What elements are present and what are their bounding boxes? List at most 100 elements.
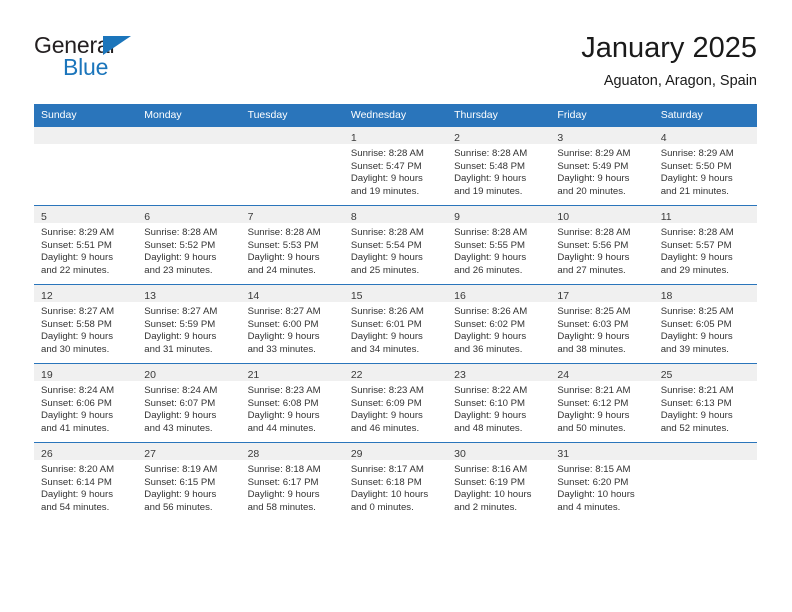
day-details: Sunrise: 8:28 AM Sunset: 5:52 PM Daylight:… xyxy=(137,223,240,277)
day-number-band: 23 xyxy=(447,364,551,381)
day-number: 16 xyxy=(454,290,466,302)
day-number-band: 25 xyxy=(653,364,757,381)
calendar-day-cell[interactable]: 4 Sunrise: 8:29 AM Sunset: 5:50 PM Daylight… xyxy=(653,127,757,206)
weekday-header-thursday: Thursday xyxy=(447,104,551,127)
calendar-day-cell[interactable]: 20 Sunrise: 8:24 AM Sunset: 6:07 PM Dayligh… xyxy=(137,363,241,443)
calendar-grid: Sunday Monday Tuesday Wednesday Thursday… xyxy=(34,104,757,521)
day-number: 14 xyxy=(247,290,260,302)
daylight-line-1: Daylight: 9 hours xyxy=(557,331,630,343)
calendar-day-cell[interactable]: 27 Sunrise: 8:19 AM Sunset: 6:15 PM Dayligh… xyxy=(137,442,241,521)
day-number: 3 xyxy=(557,132,564,144)
day-details: Sunrise: 8:29 AM Sunset: 5:51 PM Daylight:… xyxy=(34,223,137,277)
daylight-line-1: Daylight: 9 hours xyxy=(41,410,113,422)
calendar-day-cell[interactable]: 13 Sunrise: 8:27 AM Sunset: 5:59 PM Dayligh… xyxy=(137,284,241,364)
calendar-day-cell[interactable]: 2 Sunrise: 8:28 AM Sunset: 5:48 PM Daylight… xyxy=(447,127,551,206)
day-number-band: 30 xyxy=(447,443,551,460)
daylight-line-1: Daylight: 9 hours xyxy=(41,489,113,501)
sunrise-line: Sunrise: 8:24 AM xyxy=(41,385,115,396)
daylight-line-2: and 2 minutes. xyxy=(454,501,518,513)
weekday-header-tuesday: Tuesday xyxy=(240,104,344,127)
calendar-day-cell[interactable]: 31 Sunrise: 8:15 AM Sunset: 6:20 PM Dayligh… xyxy=(550,442,654,521)
sunrise-line: Sunrise: 8:28 AM xyxy=(454,227,528,238)
sunset-line: Sunset: 5:55 PM xyxy=(454,239,526,251)
calendar-day-cell[interactable]: 18 Sunrise: 8:25 AM Sunset: 6:05 PM Dayligh… xyxy=(653,284,757,364)
calendar-day-cell[interactable]: 19 Sunrise: 8:24 AM Sunset: 6:06 PM Dayligh… xyxy=(34,363,138,443)
calendar-day-cell[interactable]: 29 Sunrise: 8:17 AM Sunset: 6:18 PM Dayligh… xyxy=(343,442,448,521)
sunrise-line: Sunrise: 8:29 AM xyxy=(557,148,631,159)
calendar-day-cell[interactable]: 28 Sunrise: 8:18 AM Sunset: 6:17 PM Dayligh… xyxy=(240,442,344,521)
calendar-day-cell[interactable]: 7 Sunrise: 8:28 AM Sunset: 5:53 PM Daylight… xyxy=(240,205,344,285)
general-blue-logo[interactable]: General Blue xyxy=(34,32,214,88)
calendar-day-cell[interactable]: 30 Sunrise: 8:16 AM Sunset: 6:19 PM Dayligh… xyxy=(447,442,551,521)
sunset-line: Sunset: 5:51 PM xyxy=(41,239,112,251)
daylight-line-1: Daylight: 9 hours xyxy=(350,173,423,185)
daylight-line-1: Daylight: 9 hours xyxy=(247,410,320,422)
calendar-day-cell[interactable]: 6 Sunrise: 8:28 AM Sunset: 5:52 PM Daylight… xyxy=(137,205,241,285)
daylight-line-1: Daylight: 9 hours xyxy=(41,252,113,264)
sunset-line: Sunset: 6:06 PM xyxy=(41,397,112,409)
calendar-day-cell[interactable]: 1 Sunrise: 8:28 AM Sunset: 5:47 PM Daylight… xyxy=(343,127,448,206)
calendar-week-row: 26 Sunrise: 8:20 AM Sunset: 6:14 PM Dayligh… xyxy=(34,442,757,521)
daylight-line-2: and 58 minutes. xyxy=(247,501,316,513)
calendar-day-cell[interactable]: 10 Sunrise: 8:28 AM Sunset: 5:56 PM Dayligh… xyxy=(550,205,654,285)
sunrise-line: Sunrise: 8:28 AM xyxy=(660,227,734,238)
daylight-line-2: and 31 minutes. xyxy=(144,343,213,355)
daylight-line-1: Daylight: 9 hours xyxy=(144,252,217,264)
daylight-line-1: Daylight: 9 hours xyxy=(144,331,217,343)
sunset-line: Sunset: 6:09 PM xyxy=(350,397,422,409)
calendar-day-cell[interactable]: 17 Sunrise: 8:25 AM Sunset: 6:03 PM Dayligh… xyxy=(550,284,654,364)
calendar-day-cell[interactable]: 15 Sunrise: 8:26 AM Sunset: 6:01 PM Dayligh… xyxy=(343,284,448,364)
daylight-line-2: and 36 minutes. xyxy=(454,343,523,355)
sunrise-line: Sunrise: 8:16 AM xyxy=(454,464,528,475)
daylight-line-2: and 30 minutes. xyxy=(41,343,110,355)
calendar-day-cell[interactable]: 25 Sunrise: 8:21 AM Sunset: 6:13 PM Dayligh… xyxy=(653,363,757,443)
day-number-band: 29 xyxy=(343,443,448,460)
daylight-line-1: Daylight: 9 hours xyxy=(660,173,733,185)
day-number-band: 20 xyxy=(137,364,241,381)
day-details: Sunrise: 8:21 AM Sunset: 6:13 PM Daylight:… xyxy=(654,381,757,435)
calendar-week-row: 5 Sunrise: 8:29 AM Sunset: 5:51 PM Daylight… xyxy=(34,205,757,285)
calendar-week-row: 12 Sunrise: 8:27 AM Sunset: 5:58 PM Dayligh… xyxy=(34,284,757,364)
calendar-day-cell[interactable]: 21 Sunrise: 8:23 AM Sunset: 6:08 PM Dayligh… xyxy=(240,363,344,443)
sunset-line: Sunset: 6:03 PM xyxy=(557,318,629,330)
day-number-band: 31 xyxy=(550,443,654,460)
calendar-day-cell[interactable]: 5 Sunrise: 8:29 AM Sunset: 5:51 PM Daylight… xyxy=(34,205,138,285)
sunset-line: Sunset: 6:18 PM xyxy=(350,476,422,488)
daylight-line-1: Daylight: 9 hours xyxy=(41,331,113,343)
calendar-day-cell[interactable]: 3 Sunrise: 8:29 AM Sunset: 5:49 PM Daylight… xyxy=(550,127,654,206)
daylight-line-2: and 52 minutes. xyxy=(660,422,729,434)
day-number-band: 14 xyxy=(240,285,344,302)
daylight-line-2: and 20 minutes. xyxy=(557,185,626,197)
calendar-day-cell[interactable]: 22 Sunrise: 8:23 AM Sunset: 6:09 PM Dayligh… xyxy=(343,363,448,443)
calendar-day-cell[interactable]: 24 Sunrise: 8:21 AM Sunset: 6:12 PM Dayligh… xyxy=(550,363,654,443)
weekday-header-monday: Monday xyxy=(137,104,241,127)
calendar-day-cell[interactable]: 26 Sunrise: 8:20 AM Sunset: 6:14 PM Dayligh… xyxy=(34,442,138,521)
day-details: Sunrise: 8:22 AM Sunset: 6:10 PM Daylight:… xyxy=(447,381,550,435)
calendar-day-cell[interactable]: 12 Sunrise: 8:27 AM Sunset: 5:58 PM Dayligh… xyxy=(34,284,138,364)
calendar-day-cell[interactable]: 14 Sunrise: 8:27 AM Sunset: 6:00 PM Dayligh… xyxy=(240,284,344,364)
daylight-line-1: Daylight: 10 hours xyxy=(350,489,429,501)
day-number-band: 28 xyxy=(240,443,344,460)
day-number: 31 xyxy=(557,448,570,460)
weekday-header-row: Sunday Monday Tuesday Wednesday Thursday… xyxy=(34,104,757,127)
sunrise-line: Sunrise: 8:25 AM xyxy=(557,306,631,317)
sunrise-line: Sunrise: 8:28 AM xyxy=(350,227,424,238)
sunrise-line: Sunrise: 8:28 AM xyxy=(350,148,424,159)
calendar-day-cell-empty xyxy=(34,127,138,206)
day-details: Sunrise: 8:18 AM Sunset: 6:17 PM Daylight:… xyxy=(241,460,344,514)
daylight-line-2: and 54 minutes. xyxy=(41,501,110,513)
day-number-band: 17 xyxy=(550,285,654,302)
daylight-line-1: Daylight: 9 hours xyxy=(247,489,320,501)
day-details: Sunrise: 8:28 AM Sunset: 5:57 PM Daylight:… xyxy=(654,223,757,277)
calendar-day-cell-empty xyxy=(240,127,344,206)
day-number: 24 xyxy=(557,369,570,381)
day-number-band: 13 xyxy=(137,285,241,302)
day-number: 1 xyxy=(350,132,357,144)
calendar-day-cell[interactable]: 11 Sunrise: 8:28 AM Sunset: 5:57 PM Dayligh… xyxy=(653,205,757,285)
calendar-day-cell[interactable]: 9 Sunrise: 8:28 AM Sunset: 5:55 PM Daylight… xyxy=(447,205,551,285)
calendar-day-cell[interactable]: 8 Sunrise: 8:28 AM Sunset: 5:54 PM Daylight… xyxy=(343,205,448,285)
calendar-day-cell[interactable]: 23 Sunrise: 8:22 AM Sunset: 6:10 PM Dayligh… xyxy=(447,363,551,443)
day-number-band xyxy=(653,443,757,460)
calendar-day-cell[interactable]: 16 Sunrise: 8:26 AM Sunset: 6:02 PM Dayligh… xyxy=(447,284,551,364)
day-number: 26 xyxy=(41,448,53,460)
